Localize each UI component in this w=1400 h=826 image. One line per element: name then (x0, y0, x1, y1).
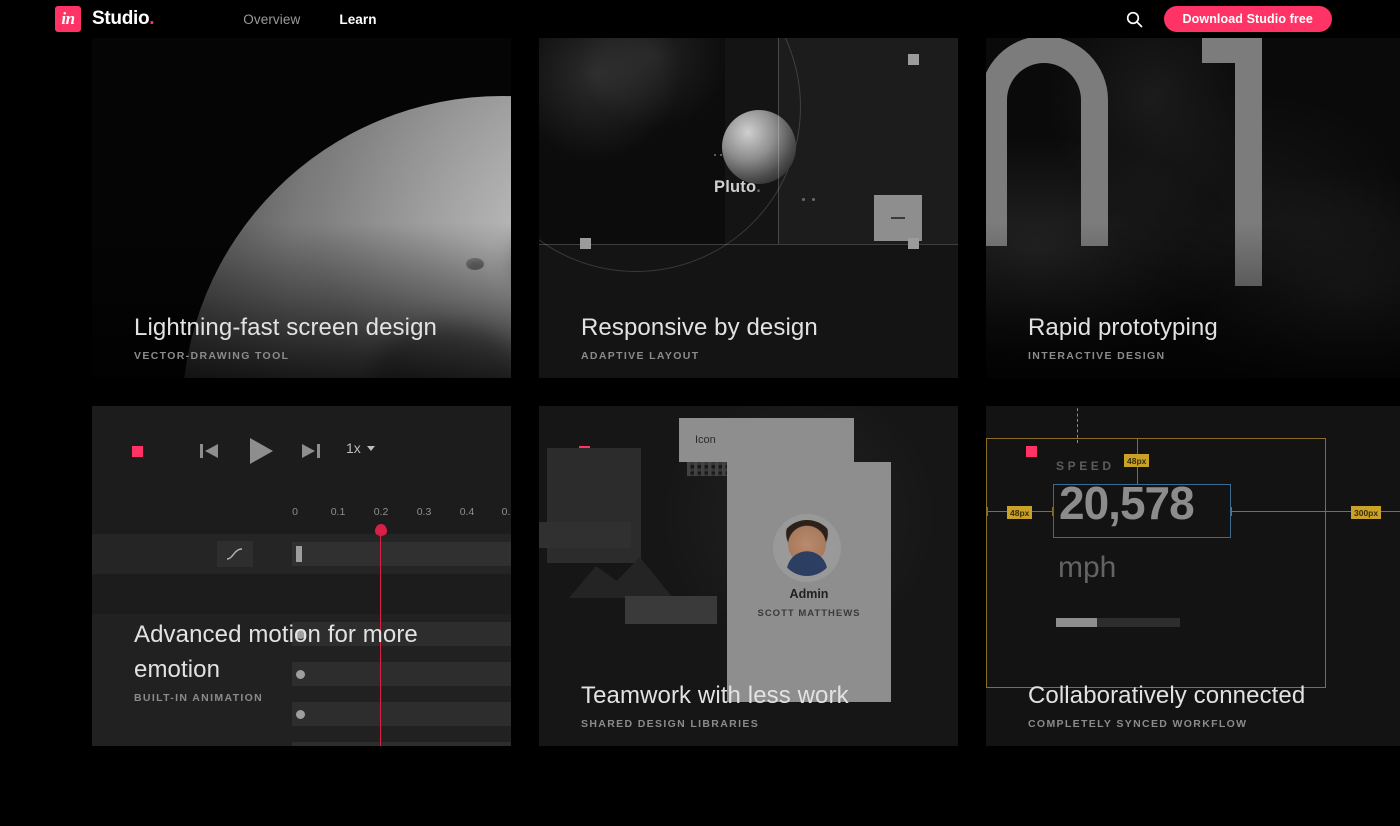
resize-handle[interactable] (908, 238, 919, 249)
logo-text: Studio. (92, 8, 155, 30)
pluto-label: Pluto. (714, 178, 761, 197)
card-title: Teamwork with less work (581, 682, 849, 710)
logo[interactable]: in Studio. (55, 6, 155, 32)
card-advanced-motion[interactable]: 1x 0 0.1 0.2 0.3 0.4 0. Advanced motion … (92, 406, 511, 746)
card-title: Lightning-fast screen design (134, 314, 437, 342)
measure-tick (1052, 507, 1053, 516)
row-gutter (92, 534, 292, 574)
layout-guide-horizontal (539, 244, 958, 245)
card-subtitle: SHARED DESIGN LIBRARIES (581, 718, 760, 730)
timeline-row[interactable] (92, 734, 511, 746)
ruler-tick: 0.4 (459, 506, 475, 518)
play-icon[interactable] (244, 434, 278, 468)
card-subtitle: ADAPTIVE LAYOUT (581, 350, 700, 362)
card-responsive-by-design[interactable]: Pluto. Responsive by design ADAPTIVE LAY… (539, 38, 958, 378)
progress-bar (1056, 618, 1180, 627)
main-nav: Overview Learn (243, 12, 376, 27)
decorative-dots (714, 154, 722, 156)
feature-card-grid: Lightning-fast screen design VECTOR-DRAW… (92, 38, 1400, 746)
card-title: Advanced motion for more emotion (134, 620, 418, 684)
icon-panel-label: Icon (695, 434, 716, 446)
speed-value-selection[interactable]: 20,578 (1053, 477, 1231, 538)
playhead-knob[interactable] (374, 524, 387, 536)
card-subtitle: VECTOR-DRAWING TOOL (134, 350, 290, 362)
speed-value: 20,578 (1059, 477, 1195, 529)
minus-button[interactable] (874, 195, 922, 241)
resize-handle[interactable] (908, 54, 919, 65)
card-teamwork[interactable]: Icon Admin SCOTT MATTHEWS Teamwork with … (539, 406, 958, 746)
library-card-bar (625, 596, 717, 624)
resize-handle[interactable] (580, 238, 591, 249)
card-subtitle: COMPLETELY SYNCED WORKFLOW (1028, 718, 1248, 730)
ruler-tick: 0.3 (416, 506, 432, 518)
measure-tick (1231, 507, 1232, 516)
skip-previous-icon[interactable] (196, 438, 222, 464)
stop-icon[interactable] (132, 446, 143, 457)
card-collaboratively-connected[interactable]: SPEED 20,578 mph 48px 48px 300px Collabo… (986, 406, 1400, 746)
timeline-track[interactable] (292, 702, 511, 726)
measure-badge-top: 48px (1124, 454, 1150, 467)
playback-speed-value: 1x (346, 440, 361, 456)
timeline-ruler[interactable]: 0 0.1 0.2 0.3 0.4 0. (92, 506, 511, 534)
search-icon[interactable] (1124, 8, 1146, 30)
moon-graphic (722, 110, 796, 184)
responsive-right-column (779, 38, 958, 244)
measure-badge-right: 300px (1351, 506, 1382, 519)
measure-badge-left: 48px (1007, 506, 1033, 519)
logo-text-label: Studio (92, 8, 150, 29)
ruler-tick: 0. (501, 506, 511, 518)
download-studio-button[interactable]: Download Studio free (1163, 6, 1332, 32)
nav-item-learn[interactable]: Learn (339, 12, 376, 27)
invision-logo-icon: in (55, 6, 81, 32)
skip-next-icon[interactable] (298, 438, 324, 464)
timeline-row[interactable] (92, 574, 511, 614)
playback-speed-selector[interactable]: 1x (346, 440, 375, 456)
card-title: Collaboratively connected (1028, 682, 1306, 710)
header-actions: Download Studio free (1124, 6, 1332, 32)
profile-name: SCOTT MATTHEWS (757, 608, 861, 619)
progress-bar-fill (1056, 618, 1097, 627)
card-caption: Teamwork with less work SHARED DESIGN LI… (581, 678, 849, 730)
card-caption: Collaboratively connected COMPLETELY SYN… (1028, 678, 1305, 730)
keyframe-bar[interactable] (296, 546, 302, 562)
ruler-tick: 0.1 (330, 506, 346, 518)
card-row-1: Lightning-fast screen design VECTOR-DRAW… (92, 38, 1400, 378)
site-header: in Studio. Overview Learn Download Studi… (0, 0, 1400, 38)
card-rapid-prototyping[interactable]: Rapid prototyping INTERACTIVE DESIGN (986, 38, 1400, 378)
layout-guide-vertical (778, 38, 779, 244)
timeline-track[interactable] (292, 542, 511, 566)
measure-tick (987, 507, 988, 516)
minus-icon (891, 217, 905, 219)
playback-controls: 1x (92, 406, 511, 501)
pluto-label-dot: . (756, 178, 762, 196)
card-subtitle: BUILT-IN ANIMATION (134, 692, 264, 704)
chevron-down-icon (366, 445, 375, 451)
card-caption: Responsive by design ADAPTIVE LAYOUT (581, 310, 818, 362)
timeline-row[interactable] (92, 534, 511, 574)
card-title: Responsive by design (581, 314, 818, 342)
speed-unit: mph (1058, 551, 1117, 584)
nav-item-overview[interactable]: Overview (243, 12, 300, 27)
card-lightning-fast-screen-design[interactable]: Lightning-fast screen design VECTOR-DRAW… (92, 38, 511, 378)
avatar (779, 520, 835, 576)
easing-curve-icon[interactable] (217, 541, 253, 567)
icon-panel[interactable]: Icon (679, 418, 854, 462)
logo-dot: . (149, 8, 155, 29)
profile-card[interactable]: Admin SCOTT MATTHEWS (727, 462, 891, 702)
ruler-tick: 0 (292, 506, 298, 518)
keyframe-dot[interactable] (296, 710, 305, 719)
library-card-strip (539, 522, 631, 548)
card-caption: Rapid prototyping INTERACTIVE DESIGN (1028, 310, 1218, 362)
card-title: Rapid prototyping (1028, 314, 1218, 342)
card-caption: Lightning-fast screen design VECTOR-DRAW… (134, 310, 437, 362)
card-subtitle: INTERACTIVE DESIGN (1028, 350, 1166, 362)
speed-label: SPEED (1056, 459, 1115, 473)
timeline-track[interactable] (292, 742, 511, 746)
decorative-dots (802, 198, 815, 201)
ruler-tick: 0.2 (373, 506, 389, 518)
card-caption: Advanced motion for more emotion BUILT-I… (134, 617, 418, 704)
pluto-label-text: Pluto (714, 178, 757, 196)
profile-role: Admin (789, 587, 829, 601)
card-row-2: 1x 0 0.1 0.2 0.3 0.4 0. Advanced motion … (92, 406, 1400, 746)
